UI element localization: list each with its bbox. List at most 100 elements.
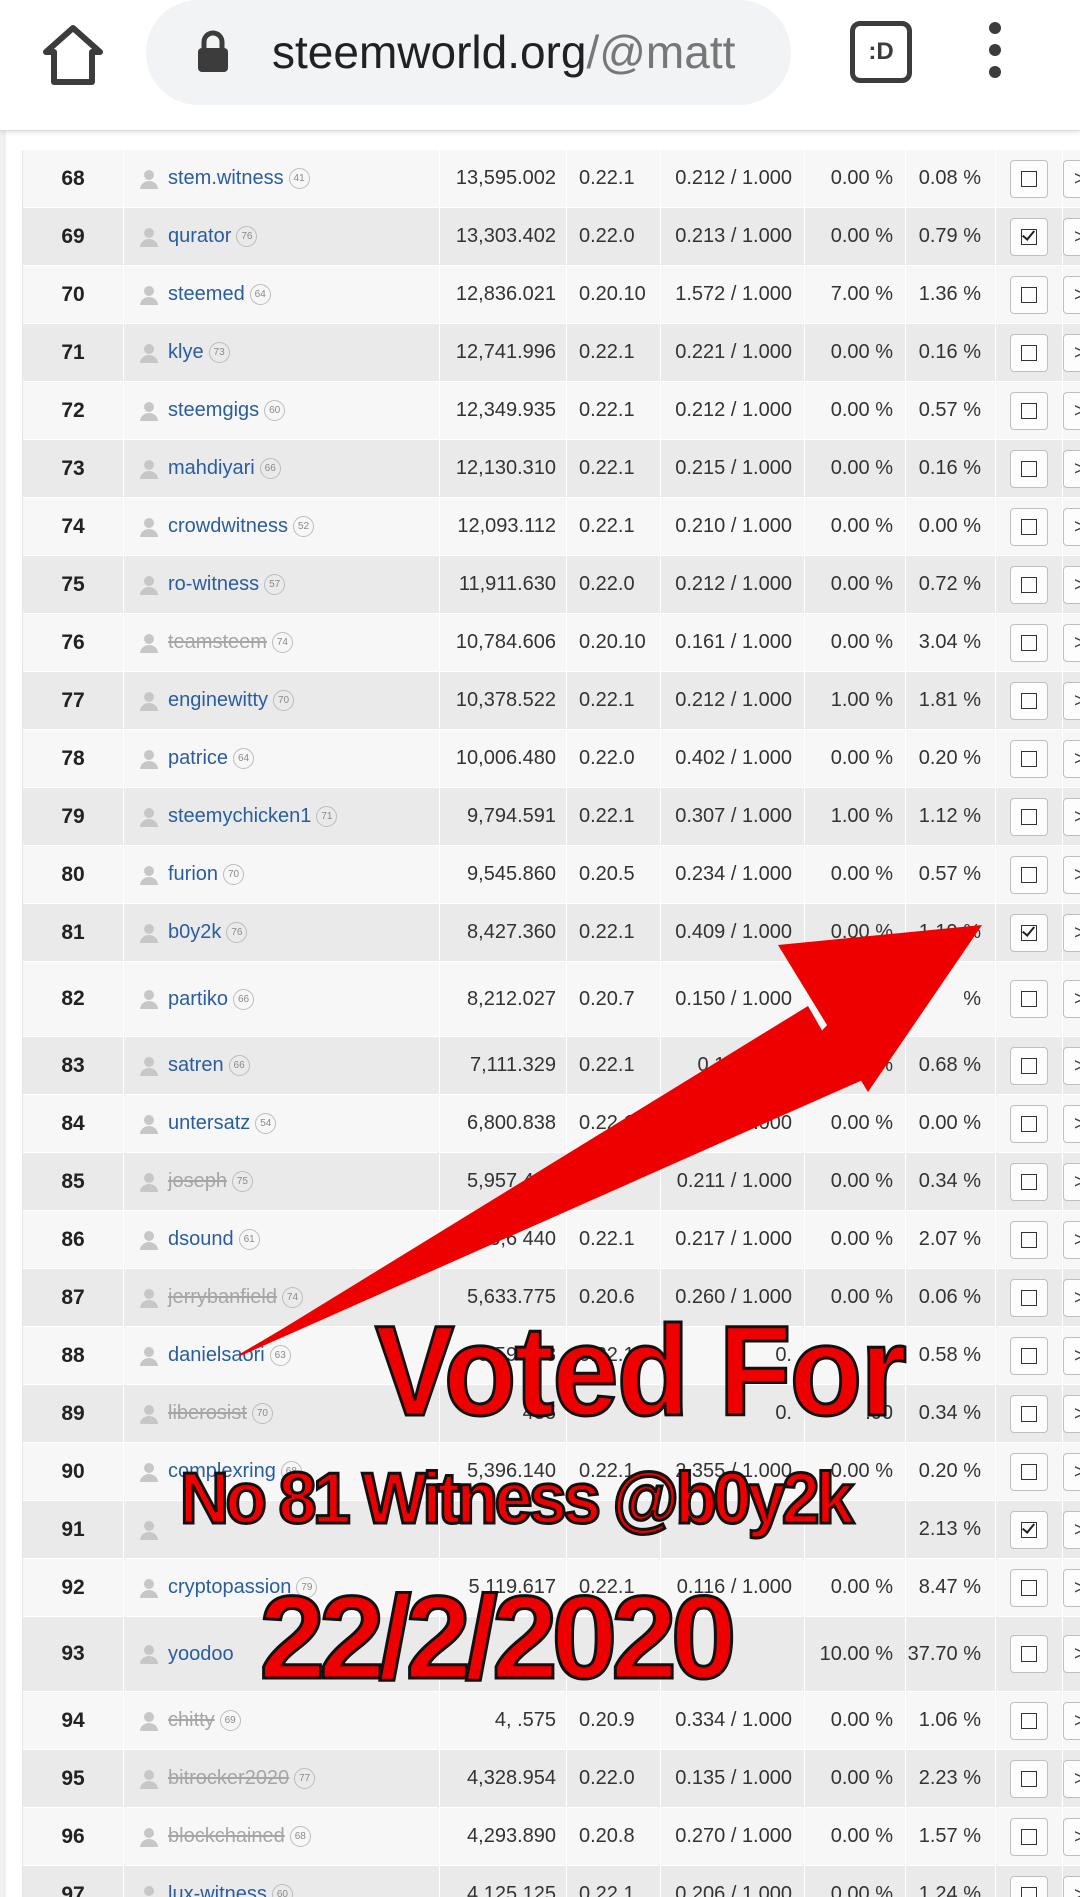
vote-checkbox[interactable] — [1010, 391, 1048, 430]
vote-checkbox[interactable] — [1010, 449, 1048, 488]
witness-link[interactable]: klye — [168, 341, 204, 364]
witness-link[interactable]: qurator — [168, 225, 231, 248]
row-more-button[interactable]: > — [1063, 913, 1080, 952]
vote-checkbox[interactable] — [1010, 1875, 1048, 1897]
row-more-button[interactable]: > — [1063, 797, 1080, 836]
row-more-button[interactable]: > — [1063, 1568, 1080, 1607]
witness-link[interactable]: danielsaori — [168, 1344, 265, 1367]
vote-checkbox[interactable] — [1010, 1336, 1048, 1375]
empty-box-icon — [1021, 1463, 1037, 1480]
vote-checkbox[interactable] — [1010, 333, 1048, 372]
witness-link[interactable]: lux-witness — [168, 1883, 267, 1897]
witness-name-cell: steemed 64 — [124, 266, 440, 323]
row-more-button[interactable]: > — [1063, 1817, 1080, 1856]
vote-checkbox[interactable] — [1010, 681, 1048, 720]
witness-link[interactable]: enginewitty — [168, 689, 268, 712]
vote-checkbox[interactable] — [1010, 217, 1048, 256]
vote-checkbox[interactable] — [1010, 855, 1048, 894]
witness-link[interactable]: complexring — [168, 1460, 276, 1483]
row-more-button[interactable]: > — [1063, 1220, 1080, 1259]
row-more-button[interactable]: > — [1063, 275, 1080, 314]
empty-box-icon — [1021, 866, 1037, 883]
address-bar[interactable]: steemworld.org/@matt — [146, 0, 791, 105]
row-more-button[interactable]: > — [1063, 565, 1080, 604]
row-more-button[interactable]: > — [1063, 980, 1080, 1018]
witness-link[interactable]: chitty — [168, 1709, 215, 1732]
url-text[interactable]: steemworld.org/@matt — [272, 22, 772, 82]
witness-link[interactable]: jerrybanfield — [168, 1286, 277, 1309]
row-more-button[interactable]: > — [1063, 391, 1080, 430]
row-more-button[interactable]: > — [1063, 217, 1080, 256]
vote-checkbox[interactable] — [1010, 1394, 1048, 1433]
witness-link[interactable]: liberosist — [168, 1402, 247, 1425]
vote-checkbox[interactable] — [1010, 159, 1048, 198]
witness-link[interactable]: ro-witness — [168, 573, 259, 596]
vote-checkbox[interactable] — [1010, 1104, 1048, 1143]
row-more-button[interactable]: > — [1063, 1046, 1080, 1085]
vote-checkbox[interactable] — [1010, 1759, 1048, 1798]
witness-link[interactable]: cryptopassion — [168, 1576, 291, 1599]
row-more-button[interactable]: > — [1063, 1336, 1080, 1375]
witness-link[interactable]: partiko — [168, 988, 228, 1011]
vote-checkbox[interactable] — [1010, 739, 1048, 778]
witness-link[interactable]: steemgigs — [168, 399, 259, 422]
vote-checkbox[interactable] — [1010, 1568, 1048, 1607]
witness-link[interactable]: satren — [168, 1054, 224, 1077]
row-more-button[interactable]: > — [1063, 1510, 1080, 1549]
home-icon[interactable] — [38, 20, 108, 90]
more-options-icon[interactable] — [980, 22, 1010, 82]
row-more-button[interactable]: > — [1063, 449, 1080, 488]
row-more-button[interactable]: > — [1063, 1394, 1080, 1433]
witness-link[interactable]: untersatz — [168, 1112, 250, 1135]
vote-checkbox[interactable] — [1010, 507, 1048, 546]
row-more-button[interactable]: > — [1063, 855, 1080, 894]
witness-name-cell: crowdwitness 52 — [124, 498, 440, 555]
witness-link[interactable]: mahdiyari — [168, 457, 255, 480]
row-more-button[interactable]: > — [1063, 507, 1080, 546]
row-more-button[interactable]: > — [1063, 1759, 1080, 1798]
row-more-button[interactable]: > — [1063, 1875, 1080, 1897]
witness-link[interactable]: teamsteem — [168, 631, 267, 654]
vote-checkbox[interactable] — [1010, 565, 1048, 604]
row-more-button[interactable]: > — [1063, 159, 1080, 198]
row-more-button[interactable]: > — [1063, 1278, 1080, 1317]
vote-checkbox[interactable] — [1010, 1817, 1048, 1856]
witness-link[interactable]: stem.witness — [168, 167, 284, 190]
votes-cell: 12,741.996 — [440, 324, 567, 381]
witness-link[interactable]: dsound — [168, 1228, 234, 1251]
witness-link[interactable]: steemychicken1 — [168, 805, 311, 828]
row-more-button[interactable]: > — [1063, 1635, 1080, 1673]
tabs-switcher-button[interactable]: :D — [850, 21, 912, 83]
vote-checkbox[interactable] — [1010, 1452, 1048, 1491]
row-more-button[interactable]: > — [1063, 1701, 1080, 1740]
vote-checkbox[interactable] — [1010, 1701, 1048, 1740]
row-more-button[interactable]: > — [1063, 1162, 1080, 1201]
witness-link[interactable]: b0y2k — [168, 921, 221, 944]
row-more-button[interactable]: > — [1063, 1104, 1080, 1143]
witness-link[interactable]: bitrocker2020 — [168, 1767, 289, 1790]
vote-checkbox[interactable] — [1010, 1278, 1048, 1317]
vote-checkbox[interactable] — [1010, 275, 1048, 314]
witness-link[interactable]: yoodoo — [168, 1643, 234, 1666]
row-more-button[interactable]: > — [1063, 1452, 1080, 1491]
witness-link[interactable]: crowdwitness — [168, 515, 288, 538]
vote-checkbox[interactable] — [1010, 1220, 1048, 1259]
vote-checkbox[interactable] — [1010, 1162, 1048, 1201]
witness-link[interactable]: steemed — [168, 283, 245, 306]
witness-link[interactable]: patrice — [168, 747, 228, 770]
vote-checkbox[interactable] — [1010, 623, 1048, 662]
vote-checkbox[interactable] — [1010, 1046, 1048, 1085]
row-more-button[interactable]: > — [1063, 623, 1080, 662]
vote-checkbox[interactable] — [1010, 1635, 1048, 1673]
witness-link[interactable]: blockchained — [168, 1825, 285, 1848]
witness-link[interactable]: furion — [168, 863, 218, 886]
row-more-button[interactable]: > — [1063, 333, 1080, 372]
vote-checkbox[interactable] — [1010, 797, 1048, 836]
witness-link[interactable]: joseph — [168, 1170, 227, 1193]
vote-checkbox[interactable] — [1010, 913, 1048, 952]
vote-checkbox[interactable] — [1010, 1510, 1048, 1549]
version-cell: 0.22.1 — [567, 382, 661, 439]
row-more-button[interactable]: > — [1063, 681, 1080, 720]
vote-checkbox[interactable] — [1010, 980, 1048, 1018]
row-more-button[interactable]: > — [1063, 739, 1080, 778]
